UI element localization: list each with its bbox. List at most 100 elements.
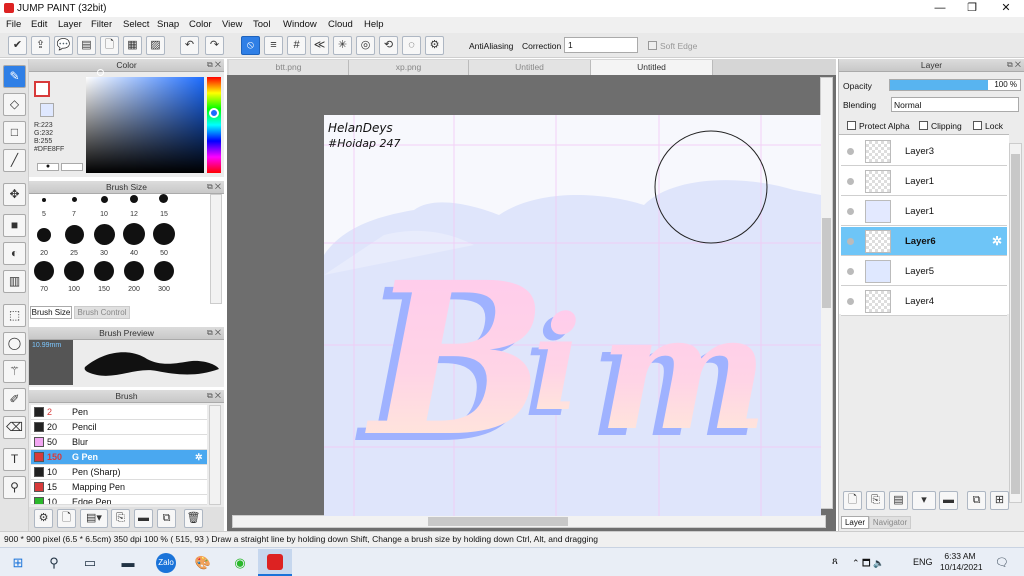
menu-edit[interactable]: Edit (31, 19, 47, 30)
hue-slider[interactable] (207, 77, 221, 173)
brush-item[interactable]: 10 Pen (Sharp) (31, 465, 207, 480)
text-tool-icon[interactable]: T (3, 448, 26, 471)
brush-list-scrollbar[interactable] (209, 405, 221, 505)
menu-color[interactable]: Color (189, 19, 212, 30)
sub-color-swatch[interactable] (40, 103, 54, 117)
size-dot[interactable] (72, 197, 77, 202)
tab-navigator[interactable]: Navigator (869, 516, 911, 529)
eyedropper-tool-icon[interactable]: ⚲ (3, 476, 26, 499)
message-icon[interactable]: ▤ (77, 36, 96, 55)
rectangle-tool-icon[interactable]: □ (3, 121, 26, 144)
language-indicator[interactable]: ENG (913, 557, 933, 567)
brush-item[interactable]: 2 Pen (31, 405, 207, 420)
layer-list-scrollbar[interactable] (1009, 143, 1022, 503)
add-color-button[interactable]: ● (37, 163, 59, 171)
chat-icon[interactable]: 💬 (54, 36, 73, 55)
size-dot[interactable] (64, 261, 84, 281)
task-view-icon[interactable]: ▭ (80, 553, 100, 573)
brush-size-scrollbar[interactable] (210, 194, 222, 304)
layer-row[interactable]: Layer1 (841, 167, 1007, 196)
softedge-checkbox[interactable] (648, 41, 657, 50)
select-pen-tool-icon[interactable]: ✐ (3, 388, 26, 411)
brush-tool-icon[interactable]: ✎ (3, 65, 26, 88)
copy-layer-icon[interactable]: ⎘ (866, 491, 885, 510)
menu-layer[interactable]: Layer (58, 19, 82, 30)
gradient-tool-icon[interactable]: ▥ (3, 270, 26, 293)
jump-paint-taskbar-button[interactable] (258, 549, 292, 576)
visibility-icon[interactable] (847, 238, 854, 245)
size-dot[interactable] (101, 196, 108, 203)
layer-row[interactable]: Layer1 (841, 197, 1007, 226)
panel-float-icon[interactable]: ⧉ ✕ (207, 182, 221, 192)
layer-row-selected[interactable]: Layer6 ✲ (841, 227, 1007, 256)
snap-ellipse-icon[interactable]: ◌ (402, 36, 421, 55)
saturation-value-picker[interactable] (86, 77, 204, 173)
tab-brush-size[interactable]: Brush Size (30, 306, 72, 319)
duplicate-icon[interactable]: ⧉ (157, 509, 176, 528)
size-dot[interactable] (37, 228, 51, 242)
new-layer-icon[interactable]: 🗋 (843, 491, 862, 510)
snap-curve-icon[interactable]: ⟲ (379, 36, 398, 55)
merge-icon[interactable]: ⊞ (990, 491, 1009, 510)
hscroll-thumb[interactable] (428, 517, 568, 526)
hue-cursor[interactable] (209, 108, 219, 118)
line-tool-icon[interactable]: ╱ (3, 149, 26, 172)
fill-rect-tool-icon[interactable]: ■ (3, 214, 26, 237)
tab-btt[interactable]: btt.png (229, 60, 349, 75)
snap-perspective-icon[interactable]: ≪ (310, 36, 329, 55)
protect-alpha-checkbox[interactable] (847, 121, 856, 130)
snap-settings-icon[interactable]: ⚙ (425, 36, 444, 55)
layer-row[interactable]: Layer4 (841, 287, 1007, 316)
brush-item[interactable]: 15 Mapping Pen (31, 480, 207, 495)
open-icon[interactable]: ▦ (123, 36, 142, 55)
start-icon[interactable]: ⊞ (8, 553, 28, 573)
opacity-slider[interactable]: 100 % (889, 79, 1021, 91)
eraser-tool-icon[interactable]: ◇ (3, 93, 26, 116)
tab-xp[interactable]: xp.png (349, 60, 469, 75)
maximize-button[interactable]: ❐ (956, 0, 988, 17)
minimize-button[interactable]: — (924, 0, 956, 17)
clipping-checkbox[interactable] (919, 121, 928, 130)
tab-layer[interactable]: Layer (841, 516, 869, 529)
move-tool-icon[interactable]: ✥ (3, 183, 26, 206)
close-button[interactable]: ✕ (990, 0, 1022, 17)
snap-circle-icon[interactable]: ◎ (356, 36, 375, 55)
lock-checkbox[interactable] (973, 121, 982, 130)
snap-parallel-icon[interactable]: ≡ (264, 36, 283, 55)
undo-icon[interactable]: ↶ (180, 36, 199, 55)
menu-select[interactable]: Select (123, 19, 149, 30)
brush-item-selected[interactable]: 150 G Pen ✲ (31, 450, 207, 465)
gear-icon[interactable]: ✲ (992, 234, 1002, 248)
panel-float-icon[interactable]: ⧉ ✕ (1007, 60, 1021, 70)
canvas-vscrollbar[interactable] (820, 77, 833, 509)
vscroll-thumb[interactable] (822, 218, 831, 308)
brush-item[interactable]: 10 Edge Pen (31, 495, 207, 505)
visibility-icon[interactable] (847, 148, 854, 155)
menu-file[interactable]: File (6, 19, 21, 30)
size-dot[interactable] (123, 223, 145, 245)
save-icon[interactable]: ▨ (146, 36, 165, 55)
visibility-icon[interactable] (847, 208, 854, 215)
new-brush-icon[interactable]: 🗋 (57, 509, 76, 528)
blending-select[interactable]: Normal (891, 97, 1019, 112)
menu-filter[interactable]: Filter (91, 19, 112, 30)
copy-brush-icon[interactable]: ⎘ (111, 509, 130, 528)
paint-icon[interactable]: 🎨 (193, 553, 213, 573)
visibility-icon[interactable] (847, 178, 854, 185)
size-dot[interactable] (154, 261, 174, 281)
select-rect-tool-icon[interactable]: ⬚ (3, 304, 26, 327)
size-dot[interactable] (159, 194, 168, 203)
layer-file-icon[interactable]: ▤ (889, 491, 908, 510)
bucket-tool-icon[interactable]: ◐ (3, 242, 26, 265)
menu-cloud[interactable]: Cloud (328, 19, 353, 30)
tab-brush-control[interactable]: Brush Control (74, 306, 130, 319)
panel-float-icon[interactable]: ⧉ ✕ (207, 328, 221, 338)
people-icon[interactable]: ጸ (832, 556, 838, 567)
menu-window[interactable]: Window (283, 19, 317, 30)
visibility-icon[interactable] (847, 268, 854, 275)
zalo-icon[interactable]: Zalo (156, 553, 176, 573)
menu-tool[interactable]: Tool (253, 19, 270, 30)
cloud-icon[interactable]: ✔ (8, 36, 27, 55)
brush-settings-icon[interactable]: ⚙ (34, 509, 53, 528)
visibility-icon[interactable] (847, 298, 854, 305)
